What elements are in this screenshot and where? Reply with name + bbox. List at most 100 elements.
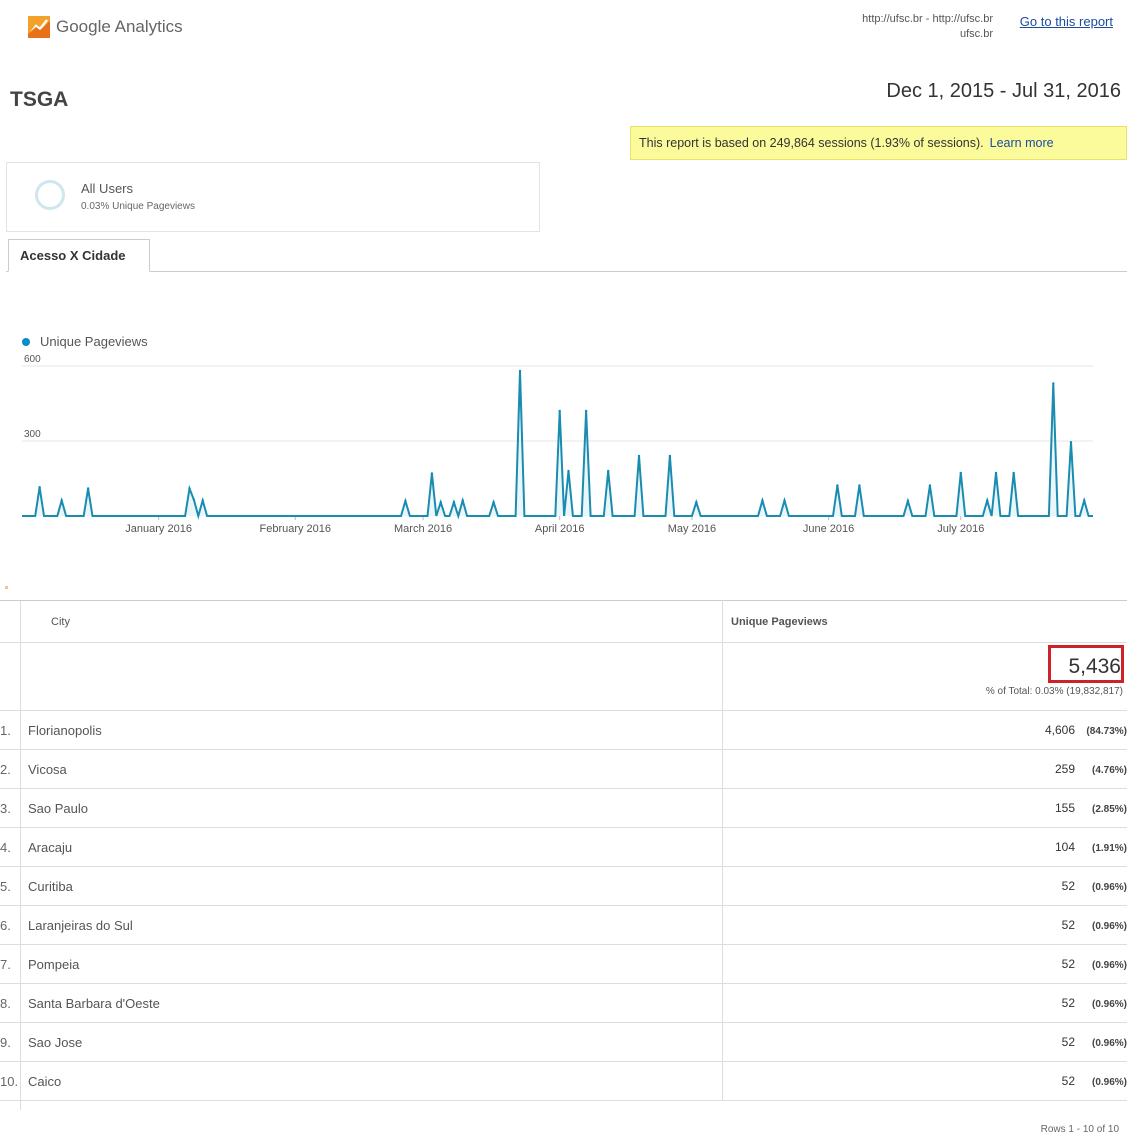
- city-name[interactable]: Santa Barbara d'Oeste: [28, 996, 160, 1011]
- metric-value: 52: [1061, 996, 1075, 1010]
- google-analytics-logo[interactable]: Google Analytics: [28, 16, 183, 38]
- legend-label: Unique Pageviews: [40, 334, 148, 349]
- rank: 4.: [0, 839, 11, 855]
- sampling-notice: This report is based on 249,864 sessions…: [630, 126, 1127, 160]
- city-cell: 7. Pompeia: [0, 944, 723, 984]
- chart-x-ticks: January 2016 February 2016 March 2016 April…: [125, 516, 984, 535]
- table-row: 6. Laranjeiras do Sul 52 (0.96%): [0, 905, 1127, 945]
- chart-y-ticks: 600 300: [24, 354, 41, 440]
- metric-percent: (0.96%): [1091, 1038, 1127, 1049]
- x-tick-label: June 2016: [803, 523, 854, 535]
- tab-acesso-x-cidade[interactable]: Acesso X Cidade: [8, 239, 150, 272]
- city-cell: 4. Aracaju: [0, 827, 723, 867]
- property-url-line2: ufsc.br: [959, 28, 993, 40]
- data-point: [188, 487, 191, 490]
- data-point: [518, 369, 522, 373]
- logo-text: Google Analytics: [56, 17, 183, 36]
- data-point: [1052, 382, 1055, 385]
- segment-card[interactable]: All Users 0.03% Unique Pageviews: [6, 162, 540, 232]
- data-point: [38, 486, 41, 489]
- table-row: 7. Pompeia 52 (0.96%): [0, 944, 1127, 984]
- data-point: [60, 499, 63, 502]
- city-name[interactable]: Curitiba: [28, 879, 73, 894]
- city-cell: 2. Vicosa: [0, 749, 723, 789]
- data-point: [86, 487, 90, 490]
- y-tick-label: 300: [24, 429, 41, 440]
- rank: 6.: [0, 917, 11, 933]
- metric-value: 155: [1054, 801, 1075, 815]
- metric-value: 52: [1061, 1035, 1075, 1049]
- analytics-logo-icon: [28, 16, 50, 38]
- city-name[interactable]: Sao Paulo: [28, 801, 88, 816]
- sampling-text: This report is based on 249,864 sessions…: [639, 136, 984, 150]
- metric-cell: 259 (4.76%): [722, 749, 1127, 789]
- unique-pageviews-chart[interactable]: 600 300 January 2016 February 2016 March 20…: [0, 352, 1127, 542]
- city-name[interactable]: Vicosa: [28, 762, 67, 777]
- decorative-mark: [5, 586, 8, 589]
- x-tick-label: May 2016: [668, 523, 716, 535]
- data-point: [492, 501, 495, 504]
- city-cell: 8. Santa Barbara d'Oeste: [0, 983, 723, 1023]
- data-point: [1082, 499, 1086, 502]
- metric-cell: 52 (0.96%): [722, 1061, 1127, 1101]
- go-to-report-link[interactable]: Go to this report: [1020, 14, 1113, 29]
- x-tick-label: April 2016: [535, 523, 585, 535]
- x-tick-label: February 2016: [259, 523, 331, 535]
- metric-cell: 52 (0.96%): [722, 1022, 1127, 1062]
- city-name[interactable]: Aracaju: [28, 840, 72, 855]
- city-name[interactable]: Pompeia: [28, 957, 79, 972]
- data-point: [928, 484, 932, 487]
- table-row: 9. Sao Jose 52 (0.96%): [0, 1022, 1127, 1062]
- table-row: 10. Caico 52 (0.96%): [0, 1061, 1127, 1101]
- metric-percent: (0.96%): [1091, 999, 1127, 1010]
- metric-cell: 52 (0.96%): [722, 983, 1127, 1023]
- metric-cell: 52 (0.96%): [722, 944, 1127, 984]
- city-column-header[interactable]: City: [0, 600, 723, 643]
- data-point: [783, 499, 786, 502]
- metric-cell: 104 (1.91%): [722, 827, 1127, 867]
- data-point: [668, 454, 672, 458]
- data-point: [1012, 471, 1015, 475]
- rows-info: Rows 1 - 10 of 10: [1040, 1124, 1119, 1135]
- chart-grid: [22, 365, 1093, 442]
- metric-value: 104: [1054, 840, 1075, 854]
- data-point: [906, 499, 910, 503]
- data-point: [584, 409, 588, 413]
- metric-value: 259: [1054, 762, 1075, 776]
- table-row: 4. Aracaju 104 (1.91%): [0, 827, 1127, 867]
- property-url-line1: http://ufsc.br - http://ufsc.br: [862, 13, 993, 25]
- metric-cell: 155 (2.85%): [722, 788, 1127, 828]
- metric-percent: (0.96%): [1091, 921, 1127, 932]
- rank: 5.: [0, 878, 11, 894]
- data-point: [606, 469, 610, 473]
- segment-subtitle: 0.03% Unique Pageviews: [81, 201, 195, 212]
- city-cell: 9. Sao Jose: [0, 1022, 723, 1062]
- chart-legend[interactable]: Unique Pageviews: [22, 334, 148, 349]
- data-point: [452, 501, 456, 504]
- data-point: [959, 471, 962, 475]
- metric-percent: (4.76%): [1091, 765, 1127, 776]
- data-point: [192, 498, 196, 501]
- rank: 9.: [0, 1034, 11, 1050]
- segment-name: All Users: [81, 181, 134, 196]
- city-name[interactable]: Florianopolis: [28, 723, 102, 738]
- data-point: [404, 499, 407, 503]
- data-point: [858, 484, 861, 487]
- metric-percent: (84.73%): [1086, 726, 1127, 737]
- date-range[interactable]: Dec 1, 2015 - Jul 31, 2016: [886, 80, 1121, 103]
- city-name[interactable]: Sao Jose: [28, 1035, 82, 1050]
- learn-more-link[interactable]: Learn more: [990, 136, 1054, 150]
- city-cell: 3. Sao Paulo: [0, 788, 723, 828]
- report-title: TSGA: [10, 88, 69, 111]
- x-tick-label: July 2016: [937, 523, 984, 535]
- city-name[interactable]: Caico: [28, 1074, 61, 1089]
- metric-percent: (2.85%): [1091, 804, 1127, 815]
- y-tick-label: 600: [24, 354, 41, 365]
- metric-value: 4,606: [1044, 723, 1075, 737]
- rank: 1.: [0, 722, 11, 738]
- city-name[interactable]: Laranjeiras do Sul: [28, 918, 133, 933]
- metric-column-header[interactable]: Unique Pageviews: [722, 600, 1127, 643]
- x-tick-label: January 2016: [125, 523, 192, 535]
- metric-cell: 52 (0.96%): [722, 905, 1127, 945]
- total-value: 5,436: [1068, 655, 1121, 678]
